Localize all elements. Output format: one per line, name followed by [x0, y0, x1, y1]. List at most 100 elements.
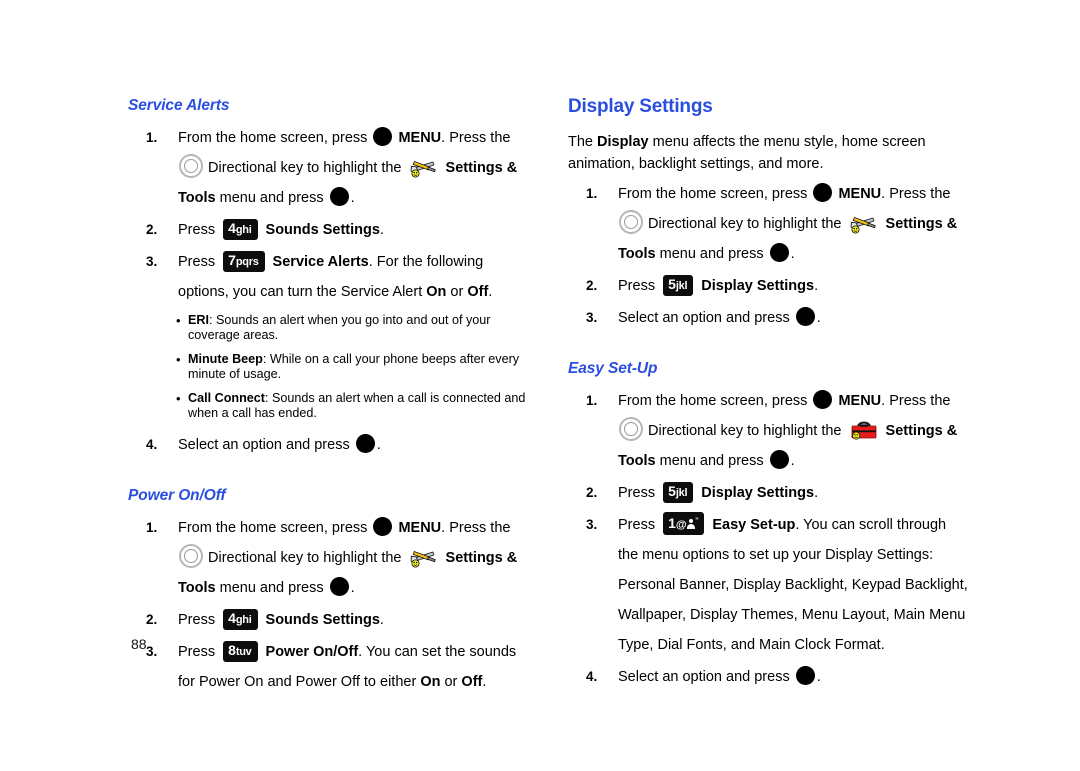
body-text: The — [568, 134, 598, 150]
body-text: . — [482, 674, 487, 690]
emphasis-text: MENU — [394, 520, 442, 536]
instruction-step: 3. Press 1@ " Easy Set-up. You can scroll … — [568, 510, 968, 660]
body-text: From the home screen, press — [178, 520, 372, 536]
bullet-term: ERI — [188, 313, 209, 327]
step-number: 2. — [146, 222, 158, 237]
instruction-step: 1. From the home screen, press MENU. Pres… — [568, 386, 968, 476]
emphasis-text: Sounds Settings — [261, 612, 380, 628]
instruction-step: 3. Press 8tuv Power On/Off. You can set t… — [128, 637, 528, 697]
step-list: 1. From the home screen, press MENU. Pres… — [128, 123, 528, 307]
emphasis-text: On — [426, 284, 447, 300]
emphasis-text: On — [420, 674, 441, 690]
step-number: 2. — [146, 612, 158, 627]
step-number: 2. — [586, 485, 598, 500]
emphasis-text: Easy Set-up — [708, 517, 796, 533]
body-text: Press — [178, 254, 220, 270]
keypad-key-4-icon: 4ghi — [223, 609, 258, 630]
step-number: 1. — [586, 186, 598, 201]
settings-tools-icon — [409, 156, 439, 178]
emphasis-text: MENU — [834, 393, 882, 409]
body-text: . — [816, 310, 821, 326]
body-text: Press — [178, 644, 220, 660]
option-bullet: • Call Connect: Sounds an alert when a ca… — [128, 391, 528, 421]
step-number: 4. — [146, 437, 158, 452]
body-text: Press — [618, 485, 660, 501]
ok-key-icon — [329, 187, 349, 206]
step-text: Select an option and press . — [178, 434, 381, 453]
ok-key-icon — [813, 183, 833, 202]
step-text: Select an option and press . — [618, 307, 821, 326]
ok-key-icon — [795, 307, 815, 326]
person-glyph-icon — [686, 519, 695, 529]
body-text: Press — [618, 278, 660, 294]
body-text: . — [376, 437, 381, 453]
settings-tools-icon — [409, 546, 439, 568]
body-text: From the home screen, press — [618, 393, 812, 409]
keypad-key-5-icon: 5jkl — [663, 482, 694, 503]
step-number: 1. — [146, 130, 158, 145]
settings-tools-icon — [849, 212, 879, 234]
ok-key-icon — [769, 450, 789, 469]
toolbox-icon — [849, 419, 879, 441]
body-text: Select an option and press — [618, 310, 794, 326]
keypad-key-8-icon: 8tuv — [223, 641, 258, 662]
body-text: . — [350, 580, 355, 596]
step-number: 2. — [586, 278, 598, 293]
body-text: or — [446, 284, 468, 300]
body-text: From the home screen, press — [618, 186, 812, 202]
step-text: Press 4ghi Sounds Settings. — [178, 609, 384, 630]
ok-key-icon — [355, 434, 375, 453]
body-text: . — [379, 612, 384, 628]
instruction-step: 3. Select an option and press . — [568, 303, 968, 333]
body-text: Press — [178, 612, 220, 628]
bullet-term: Minute Beep — [188, 352, 263, 366]
keypad-key-7-icon: 7pqrs — [223, 251, 265, 272]
emphasis-text: Off — [467, 284, 489, 300]
step-list-continued: 4. Select an option and press . — [128, 430, 528, 460]
body-text: Directional key to highlight the — [204, 550, 406, 566]
instruction-step: 2. Press 5jkl Display Settings. — [568, 478, 968, 508]
section-heading-easy-set-up: Easy Set-Up — [568, 360, 658, 377]
option-bullet: • ERI: Sounds an alert when you go into a… — [128, 313, 528, 343]
emphasis-text: MENU — [834, 186, 882, 202]
step-text: From the home screen, press MENU. Press … — [178, 517, 517, 596]
instruction-step: 2. Press 5jkl Display Settings. — [568, 271, 968, 301]
directional-key-icon — [619, 210, 643, 234]
body-text: . — [790, 246, 795, 262]
body-text: menu and press — [215, 580, 328, 596]
left-column: Service Alerts 1. From the home screen, pr… — [128, 96, 528, 699]
section-heading-power-on-off: Power On/Off — [128, 487, 226, 504]
step-number: 3. — [146, 254, 158, 269]
option-bullet: • Minute Beep: While on a call your phone… — [128, 352, 528, 382]
ok-key-icon — [769, 243, 789, 262]
step-number: 3. — [146, 644, 158, 659]
step-text: From the home screen, press MENU. Press … — [178, 127, 517, 206]
emphasis-text: Service Alerts — [268, 254, 369, 270]
step-list: 1. From the home screen, press MENU. Pres… — [568, 386, 968, 692]
body-text: Press — [178, 222, 220, 238]
directional-key-icon — [179, 154, 203, 178]
ok-key-icon — [373, 517, 393, 536]
bullet-dot-icon: • — [176, 352, 181, 367]
emphasis-text: MENU — [394, 130, 442, 146]
step-list: 1. From the home screen, press MENU. Pres… — [128, 513, 528, 697]
body-text: menu and press — [655, 246, 768, 262]
body-text: Directional key to highlight the — [644, 216, 846, 232]
ok-key-icon — [329, 577, 349, 596]
body-text: Select an option and press — [618, 669, 794, 685]
instruction-step: 2. Press 4ghi Sounds Settings. — [128, 215, 528, 245]
body-text: menu and press — [215, 190, 328, 206]
section-heading-display-settings: Display Settings — [568, 96, 713, 117]
body-text: . Press the — [881, 186, 951, 202]
body-text: . Press the — [441, 130, 511, 146]
step-number: 3. — [586, 310, 598, 325]
emphasis-text: Display — [597, 134, 649, 150]
ok-key-icon — [795, 666, 815, 685]
keypad-key-1-icon: 1@ " — [663, 512, 705, 535]
body-text: . You can scroll through the menu option… — [618, 517, 968, 653]
instruction-step: 3. Press 7pqrs Service Alerts. For the fo… — [128, 247, 528, 307]
step-text: Press 4ghi Sounds Settings. — [178, 219, 384, 240]
body-text: From the home screen, press — [178, 130, 372, 146]
ok-key-icon — [813, 390, 833, 409]
body-text: . — [816, 669, 821, 685]
